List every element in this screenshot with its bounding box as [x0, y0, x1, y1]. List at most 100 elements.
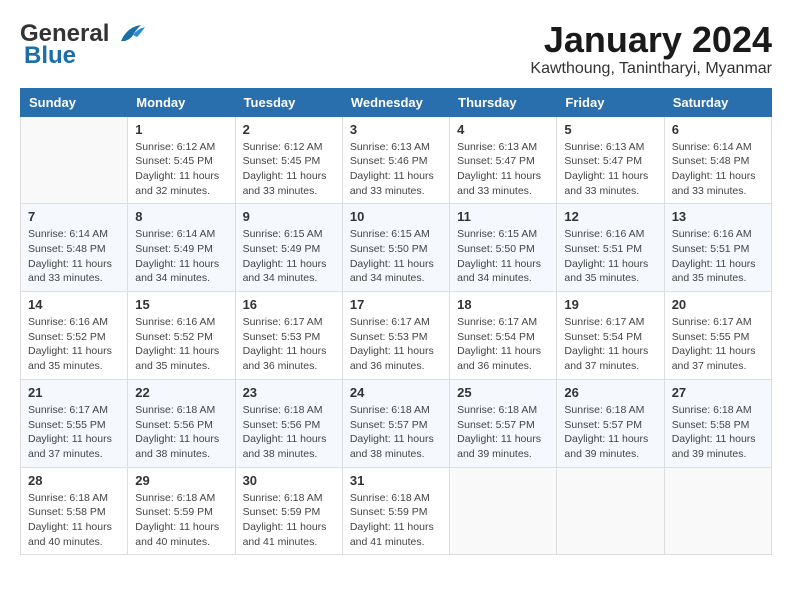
calendar-cell: 22 Sunrise: 6:18 AMSunset: 5:56 PMDayligh… — [128, 379, 235, 467]
day-number: 22 — [135, 385, 227, 400]
column-header-sunday: Sunday — [21, 88, 128, 116]
day-info: Sunrise: 6:18 AMSunset: 5:57 PMDaylight:… — [457, 403, 549, 462]
calendar-cell — [557, 467, 664, 555]
calendar-cell: 5 Sunrise: 6:13 AMSunset: 5:47 PMDaylight… — [557, 116, 664, 204]
logo-bird-icon — [113, 23, 145, 45]
day-info: Sunrise: 6:13 AMSunset: 5:46 PMDaylight:… — [350, 140, 442, 199]
day-info: Sunrise: 6:18 AMSunset: 5:59 PMDaylight:… — [243, 491, 335, 550]
calendar-header-row: SundayMondayTuesdayWednesdayThursdayFrid… — [21, 88, 772, 116]
day-number: 5 — [564, 122, 656, 137]
day-number: 30 — [243, 473, 335, 488]
calendar-cell: 31 Sunrise: 6:18 AMSunset: 5:59 PMDayligh… — [342, 467, 449, 555]
day-number: 21 — [28, 385, 120, 400]
calendar-cell: 3 Sunrise: 6:13 AMSunset: 5:46 PMDaylight… — [342, 116, 449, 204]
day-number: 1 — [135, 122, 227, 137]
day-number: 7 — [28, 209, 120, 224]
day-number: 12 — [564, 209, 656, 224]
day-info: Sunrise: 6:18 AMSunset: 5:59 PMDaylight:… — [350, 491, 442, 550]
day-info: Sunrise: 6:18 AMSunset: 5:58 PMDaylight:… — [672, 403, 764, 462]
day-info: Sunrise: 6:14 AMSunset: 5:49 PMDaylight:… — [135, 227, 227, 286]
calendar-cell: 13 Sunrise: 6:16 AMSunset: 5:51 PMDayligh… — [664, 204, 771, 292]
day-number: 8 — [135, 209, 227, 224]
day-info: Sunrise: 6:15 AMSunset: 5:49 PMDaylight:… — [243, 227, 335, 286]
calendar-cell: 12Sunrise: 6:16 AMSunset: 5:51 PMDayligh… — [557, 204, 664, 292]
calendar-cell: 30 Sunrise: 6:18 AMSunset: 5:59 PMDayligh… — [235, 467, 342, 555]
calendar-cell: 18Sunrise: 6:17 AMSunset: 5:54 PMDayligh… — [450, 292, 557, 380]
day-info: Sunrise: 6:17 AMSunset: 5:55 PMDaylight:… — [28, 403, 120, 462]
day-number: 29 — [135, 473, 227, 488]
day-number: 25 — [457, 385, 549, 400]
calendar-cell: 17 Sunrise: 6:17 AMSunset: 5:53 PMDayligh… — [342, 292, 449, 380]
calendar-cell: 20 Sunrise: 6:17 AMSunset: 5:55 PMDayligh… — [664, 292, 771, 380]
day-number: 31 — [350, 473, 442, 488]
day-info: Sunrise: 6:17 AMSunset: 5:53 PMDaylight:… — [350, 315, 442, 374]
column-header-friday: Friday — [557, 88, 664, 116]
calendar-cell — [664, 467, 771, 555]
calendar-cell: 10 Sunrise: 6:15 AMSunset: 5:50 PMDayligh… — [342, 204, 449, 292]
day-info: Sunrise: 6:15 AMSunset: 5:50 PMDaylight:… — [350, 227, 442, 286]
calendar-cell: 27 Sunrise: 6:18 AMSunset: 5:58 PMDayligh… — [664, 379, 771, 467]
title-section: January 2024 Kawthoung, Tanintharyi, Mya… — [530, 20, 772, 78]
calendar-cell: 2Sunrise: 6:12 AMSunset: 5:45 PMDaylight… — [235, 116, 342, 204]
day-info: Sunrise: 6:16 AMSunset: 5:51 PMDaylight:… — [672, 227, 764, 286]
calendar-cell: 7Sunrise: 6:14 AMSunset: 5:48 PMDaylight… — [21, 204, 128, 292]
day-info: Sunrise: 6:17 AMSunset: 5:55 PMDaylight:… — [672, 315, 764, 374]
calendar-cell: 25 Sunrise: 6:18 AMSunset: 5:57 PMDayligh… — [450, 379, 557, 467]
day-number: 2 — [243, 122, 335, 137]
calendar-cell: 11Sunrise: 6:15 AMSunset: 5:50 PMDayligh… — [450, 204, 557, 292]
column-header-monday: Monday — [128, 88, 235, 116]
month-title: January 2024 — [530, 20, 772, 60]
day-number: 10 — [350, 209, 442, 224]
day-info: Sunrise: 6:18 AMSunset: 5:59 PMDaylight:… — [135, 491, 227, 550]
day-number: 4 — [457, 122, 549, 137]
calendar-week-row: 1Sunrise: 6:12 AMSunset: 5:45 PMDaylight… — [21, 116, 772, 204]
calendar-cell: 28Sunrise: 6:18 AMSunset: 5:58 PMDayligh… — [21, 467, 128, 555]
calendar-cell: 19Sunrise: 6:17 AMSunset: 5:54 PMDayligh… — [557, 292, 664, 380]
day-info: Sunrise: 6:17 AMSunset: 5:53 PMDaylight:… — [243, 315, 335, 374]
calendar-cell: 15 Sunrise: 6:16 AMSunset: 5:52 PMDayligh… — [128, 292, 235, 380]
calendar-cell: 6 Sunrise: 6:14 AMSunset: 5:48 PMDaylight… — [664, 116, 771, 204]
calendar-cell: 29 Sunrise: 6:18 AMSunset: 5:59 PMDayligh… — [128, 467, 235, 555]
day-info: Sunrise: 6:13 AMSunset: 5:47 PMDaylight:… — [564, 140, 656, 199]
calendar-table: SundayMondayTuesdayWednesdayThursdayFrid… — [20, 88, 772, 556]
calendar-cell: 14Sunrise: 6:16 AMSunset: 5:52 PMDayligh… — [21, 292, 128, 380]
day-info: Sunrise: 6:18 AMSunset: 5:57 PMDaylight:… — [564, 403, 656, 462]
day-number: 26 — [564, 385, 656, 400]
calendar-cell: 23 Sunrise: 6:18 AMSunset: 5:56 PMDayligh… — [235, 379, 342, 467]
day-number: 17 — [350, 297, 442, 312]
calendar-cell: 26 Sunrise: 6:18 AMSunset: 5:57 PMDayligh… — [557, 379, 664, 467]
day-info: Sunrise: 6:14 AMSunset: 5:48 PMDaylight:… — [672, 140, 764, 199]
calendar-cell — [21, 116, 128, 204]
day-number: 6 — [672, 122, 764, 137]
calendar-cell: 4Sunrise: 6:13 AMSunset: 5:47 PMDaylight… — [450, 116, 557, 204]
day-number: 14 — [28, 297, 120, 312]
calendar-week-row: 21 Sunrise: 6:17 AMSunset: 5:55 PMDayligh… — [21, 379, 772, 467]
day-number: 27 — [672, 385, 764, 400]
calendar-cell — [450, 467, 557, 555]
day-info: Sunrise: 6:16 AMSunset: 5:52 PMDaylight:… — [135, 315, 227, 374]
day-number: 13 — [672, 209, 764, 224]
calendar-cell: 9 Sunrise: 6:15 AMSunset: 5:49 PMDaylight… — [235, 204, 342, 292]
calendar-week-row: 28Sunrise: 6:18 AMSunset: 5:58 PMDayligh… — [21, 467, 772, 555]
calendar-cell: 24Sunrise: 6:18 AMSunset: 5:57 PMDayligh… — [342, 379, 449, 467]
day-number: 23 — [243, 385, 335, 400]
day-number: 15 — [135, 297, 227, 312]
calendar-cell: 1Sunrise: 6:12 AMSunset: 5:45 PMDaylight… — [128, 116, 235, 204]
logo-blue: Blue — [24, 42, 76, 70]
calendar-cell: 8 Sunrise: 6:14 AMSunset: 5:49 PMDaylight… — [128, 204, 235, 292]
column-header-tuesday: Tuesday — [235, 88, 342, 116]
day-number: 9 — [243, 209, 335, 224]
day-number: 11 — [457, 209, 549, 224]
calendar-cell: 21 Sunrise: 6:17 AMSunset: 5:55 PMDayligh… — [21, 379, 128, 467]
day-info: Sunrise: 6:18 AMSunset: 5:56 PMDaylight:… — [243, 403, 335, 462]
location: Kawthoung, Tanintharyi, Myanmar — [530, 60, 772, 78]
day-info: Sunrise: 6:18 AMSunset: 5:56 PMDaylight:… — [135, 403, 227, 462]
day-number: 18 — [457, 297, 549, 312]
day-number: 19 — [564, 297, 656, 312]
day-number: 20 — [672, 297, 764, 312]
column-header-thursday: Thursday — [450, 88, 557, 116]
column-header-saturday: Saturday — [664, 88, 771, 116]
calendar-week-row: 7Sunrise: 6:14 AMSunset: 5:48 PMDaylight… — [21, 204, 772, 292]
day-number: 24 — [350, 385, 442, 400]
day-number: 3 — [350, 122, 442, 137]
